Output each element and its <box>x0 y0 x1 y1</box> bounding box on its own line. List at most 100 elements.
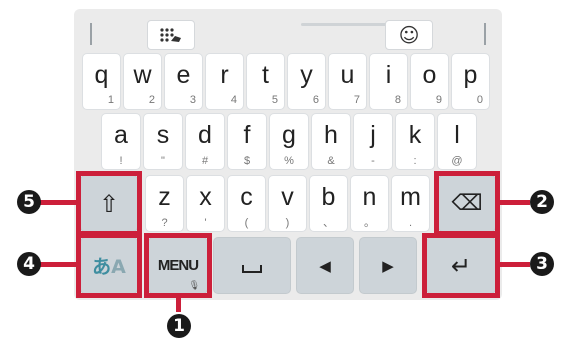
key-h[interactable]: h & <box>311 113 351 170</box>
key-sublabel: 9 <box>435 94 442 106</box>
key-s[interactable]: s " <box>143 113 183 170</box>
key-sublabel: : <box>413 155 417 167</box>
key-sublabel: 5 <box>271 94 278 106</box>
key-label: o <box>422 61 437 89</box>
key-sublabel: @ <box>451 155 463 167</box>
key-sublabel: # <box>201 155 209 167</box>
key-sublabel: ? <box>161 217 168 229</box>
cursor-right-key[interactable]: ▶ <box>359 237 417 294</box>
space-icon <box>242 264 262 273</box>
key-label: r <box>220 61 229 89</box>
callout-box-3 <box>422 233 500 298</box>
key-sublabel: ' <box>204 217 207 229</box>
key-m[interactable]: m. <box>391 175 430 232</box>
handwriting-keypad-icon <box>160 28 181 42</box>
space-key[interactable] <box>213 237 291 294</box>
toolbar-divider-left <box>90 23 92 45</box>
emoji-icon: ☺ <box>398 23 420 47</box>
key-i[interactable]: i8 <box>369 53 408 110</box>
key-sublabel: " <box>161 155 165 167</box>
callout-line-1 <box>176 298 181 312</box>
key-v[interactable]: v) <box>268 175 307 232</box>
callout-box-2 <box>434 171 500 236</box>
key-n[interactable]: n。 <box>350 175 389 232</box>
key-sublabel: ! <box>119 155 123 167</box>
key-sublabel: ( <box>244 217 249 229</box>
key-sublabel: - <box>371 155 375 167</box>
key-sublabel: 0 <box>476 94 483 106</box>
key-b[interactable]: b、 <box>309 175 348 232</box>
callout-line-3 <box>500 262 530 267</box>
key-sublabel: & <box>327 155 335 167</box>
key-label: d <box>198 121 212 149</box>
key-sublabel: 1 <box>107 94 114 106</box>
callout-box-5 <box>76 171 142 236</box>
key-label: v <box>281 183 294 211</box>
key-k[interactable]: k: <box>395 113 435 170</box>
key-w[interactable]: w2 <box>123 53 162 110</box>
callout-box-1 <box>144 233 212 298</box>
key-label: j <box>370 121 376 149</box>
key-sublabel: % <box>284 155 294 167</box>
key-j[interactable]: j- <box>353 113 393 170</box>
callout-badge-1: 1 <box>167 314 191 338</box>
key-label: m <box>400 183 421 211</box>
key-label: e <box>176 61 191 89</box>
key-label: f <box>243 121 251 149</box>
key-label: u <box>340 61 355 89</box>
key-u[interactable]: u7 <box>328 53 367 110</box>
key-label: n <box>362 183 377 211</box>
key-g[interactable]: g% <box>269 113 309 170</box>
key-sublabel: 4 <box>230 94 237 106</box>
key-sublabel: . <box>408 217 413 229</box>
arrow-left-icon: ◀ <box>319 256 331 275</box>
callout-badge-3: 3 <box>530 252 554 276</box>
toolbar-divider-right <box>484 23 486 45</box>
key-t[interactable]: t5 <box>246 53 285 110</box>
callout-line-5 <box>40 200 76 205</box>
key-q[interactable]: q1 <box>82 53 121 110</box>
key-label: g <box>282 121 296 149</box>
key-o[interactable]: o9 <box>410 53 449 110</box>
key-z[interactable]: z? <box>145 175 184 232</box>
emoji-button[interactable]: ☺ <box>385 20 433 50</box>
key-label: l <box>454 121 460 149</box>
key-label: p <box>463 61 478 89</box>
key-label: h <box>324 121 338 149</box>
key-sublabel: $ <box>243 155 251 167</box>
handwriting-keypad-button[interactable] <box>147 20 195 50</box>
key-label: i <box>385 61 392 89</box>
arrow-right-icon: ▶ <box>382 256 394 275</box>
key-label: k <box>408 121 422 149</box>
key-sublabel: 2 <box>148 94 155 106</box>
callout-badge-2: 2 <box>530 190 554 214</box>
key-l[interactable]: l @ <box>437 113 477 170</box>
key-r[interactable]: r4 <box>205 53 244 110</box>
key-label: b <box>321 183 336 211</box>
key-label: x <box>199 183 212 211</box>
callout-line-4 <box>40 262 76 267</box>
callout-badge-5: 5 <box>17 190 41 214</box>
key-c[interactable]: c( <box>227 175 266 232</box>
key-sublabel: 、 <box>323 217 334 229</box>
key-label: t <box>262 61 269 89</box>
key-a[interactable]: a! <box>101 113 141 170</box>
key-label: s <box>156 121 170 149</box>
callout-box-4 <box>76 233 142 298</box>
key-label: w <box>133 61 152 89</box>
key-sublabel: 8 <box>394 94 401 106</box>
key-sublabel: 3 <box>189 94 196 106</box>
key-label: y <box>300 61 313 89</box>
key-x[interactable]: x ' <box>186 175 225 232</box>
callout-line-2 <box>500 200 530 205</box>
keyboard-toolbar: ☺ <box>74 9 502 50</box>
key-d[interactable]: d # <box>185 113 225 170</box>
key-f[interactable]: f $ <box>227 113 267 170</box>
key-y[interactable]: y6 <box>287 53 326 110</box>
key-sublabel: 6 <box>312 94 319 106</box>
key-label: z <box>158 183 171 211</box>
key-p[interactable]: p0 <box>451 53 490 110</box>
cursor-left-key[interactable]: ◀ <box>296 237 354 294</box>
key-e[interactable]: e3 <box>164 53 203 110</box>
callout-badge-4: 4 <box>17 252 41 276</box>
